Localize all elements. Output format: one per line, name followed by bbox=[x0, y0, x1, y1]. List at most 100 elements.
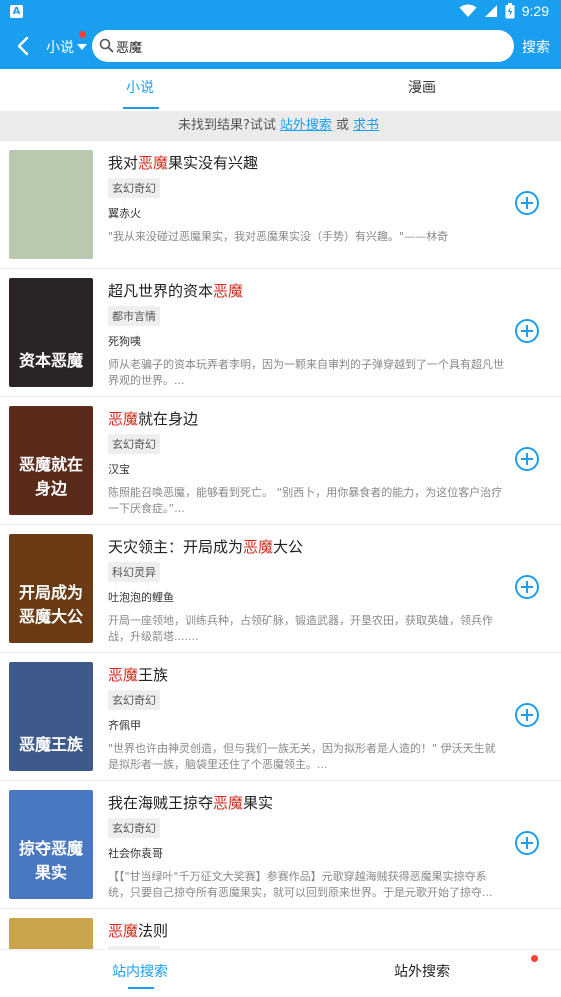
title-part: 就在身边 bbox=[138, 410, 199, 428]
title-keyword: 恶魔 bbox=[108, 666, 139, 684]
tab-indicator bbox=[123, 107, 159, 109]
category-dropdown[interactable]: 小说 bbox=[46, 31, 87, 57]
genre-tag: 玄幻奇幻 bbox=[108, 434, 160, 454]
cover-title: 开局成为恶魔大公 bbox=[18, 583, 83, 626]
add-to-shelf-button[interactable] bbox=[515, 191, 539, 215]
title-keyword: 恶魔 bbox=[213, 794, 244, 812]
bottom-nav: 站内搜索 站外搜索 bbox=[0, 949, 561, 997]
title-part: 超凡世界的资本 bbox=[108, 282, 214, 300]
search-input[interactable] bbox=[116, 30, 496, 62]
title-part: 我在海贼王掠夺 bbox=[108, 794, 214, 812]
title-part: 法则 bbox=[138, 922, 169, 940]
book-description: "我从来没碰过恶魔果实，我对恶魔果实没（手势）有兴趣。"——林奇 bbox=[108, 230, 449, 243]
search-icon bbox=[99, 38, 114, 53]
book-cover[interactable] bbox=[9, 150, 93, 259]
hint-prefix: 未找到结果?试试 bbox=[178, 118, 276, 133]
book-cover[interactable]: 掠夺恶魔果实 bbox=[9, 790, 93, 899]
top-bar: 小说 搜索 bbox=[0, 24, 561, 69]
clock: 9:29 bbox=[521, 3, 549, 19]
book-list-item[interactable]: 恶魔就在身边 恶魔就在身边 玄幻奇幻 汉宝 陈照能召唤恶魔，能够看到死亡。 “别… bbox=[0, 397, 561, 525]
caret-down-icon bbox=[77, 44, 87, 50]
genre-tag: 都市言情 bbox=[108, 306, 160, 326]
search-box bbox=[92, 30, 514, 62]
tab-comic[interactable]: 漫画 bbox=[408, 77, 436, 97]
title-part: 果实没有兴趣 bbox=[168, 154, 259, 172]
category-label: 小说 bbox=[46, 40, 74, 56]
book-title[interactable]: 我对恶魔果实没有兴趣 bbox=[108, 152, 258, 173]
tab-novel[interactable]: 小说 bbox=[126, 77, 154, 97]
book-cover[interactable]: 资本恶魔 bbox=[9, 278, 93, 387]
book-list-item[interactable]: 掠夺恶魔果实 我在海贼王掠夺恶魔果实 玄幻奇幻 社会你袁哥 【【"甘当绿叶"千万… bbox=[0, 781, 561, 909]
app-notification-icon: A bbox=[10, 5, 23, 18]
genre-tag: 科幻灵异 bbox=[108, 562, 160, 582]
notification-dot bbox=[79, 31, 86, 38]
book-cover[interactable] bbox=[9, 918, 93, 949]
title-keyword: 恶魔 bbox=[108, 922, 139, 940]
wifi-icon bbox=[459, 4, 477, 17]
genre-tag: 玄幻奇幻 bbox=[108, 690, 160, 710]
title-part: 大公 bbox=[273, 538, 304, 556]
book-title[interactable]: 天灾领主：开局成为恶魔大公 bbox=[108, 536, 303, 557]
back-arrow-icon[interactable] bbox=[12, 34, 36, 58]
hint-or: 或 bbox=[335, 118, 349, 133]
book-description: 陈照能召唤恶魔，能够看到死亡。 “别西卜，用你暴食者的能力，为这位客户治疗一下厌… bbox=[108, 486, 503, 515]
request-book-link[interactable]: 求书 bbox=[353, 118, 379, 133]
book-title[interactable]: 我在海贼王掠夺恶魔果实 bbox=[108, 792, 273, 813]
book-list-item[interactable]: 恶魔法则 玄幻奇幻 bbox=[0, 909, 561, 949]
nav-site-search[interactable]: 站内搜索 bbox=[112, 961, 168, 981]
book-title[interactable]: 恶魔法则 bbox=[108, 920, 168, 941]
book-description: 师从老骗子的资本玩弄者李明，因为一颗来自审判的子弹穿越到了一个具有超凡世界观的世… bbox=[108, 358, 504, 387]
book-description: 开局一座领地，训练兵种，占领矿脉，锻造武器，开垦农田，获取英雄，领兵作战，升级箭… bbox=[108, 614, 493, 643]
notification-dot bbox=[531, 955, 538, 962]
book-author: 翼赤火 bbox=[108, 207, 141, 220]
book-title[interactable]: 超凡世界的资本恶魔 bbox=[108, 280, 243, 301]
title-keyword: 恶魔 bbox=[213, 282, 244, 300]
status-icons: 9:29 bbox=[459, 3, 549, 19]
status-bar: A 9:29 bbox=[0, 0, 561, 24]
search-button[interactable]: 搜索 bbox=[522, 37, 550, 57]
add-to-shelf-button[interactable] bbox=[515, 703, 539, 727]
book-description: 【【"甘当绿叶"千万征文大奖赛】参赛作品】元歌穿越海贼获得恶魔果实掠夺系统，只要… bbox=[108, 870, 493, 899]
no-result-hint: 未找到结果?试试 站外搜索或求书 bbox=[0, 111, 561, 141]
book-list-item[interactable]: 开局成为恶魔大公 天灾领主：开局成为恶魔大公 科幻灵异 吐泡泡的鲤鱼 开局一座领… bbox=[0, 525, 561, 653]
cover-title: 恶魔就在身边 bbox=[18, 455, 83, 498]
title-part: 天灾领主：开局成为 bbox=[108, 538, 244, 556]
signal-icon bbox=[484, 5, 497, 17]
nav-indicator bbox=[128, 987, 154, 989]
external-search-link[interactable]: 站外搜索 bbox=[280, 118, 332, 133]
book-author: 齐佩甲 bbox=[108, 719, 141, 732]
book-author: 汉宝 bbox=[108, 463, 130, 476]
type-tabs: 小说 漫画 bbox=[0, 69, 561, 111]
genre-tag: 玄幻奇幻 bbox=[108, 818, 160, 838]
book-title[interactable]: 恶魔王族 bbox=[108, 664, 168, 685]
add-to-shelf-button[interactable] bbox=[515, 447, 539, 471]
book-description: "世界也许由神灵创造，但与我们一族无关，因为拟形者是人造的！" 伊沃天生就是拟形… bbox=[108, 742, 496, 771]
add-to-shelf-button[interactable] bbox=[515, 575, 539, 599]
book-cover[interactable]: 恶魔王族 bbox=[9, 662, 93, 771]
book-cover[interactable]: 开局成为恶魔大公 bbox=[9, 534, 93, 643]
book-list-item[interactable]: 恶魔王族 恶魔王族 玄幻奇幻 齐佩甲 "世界也许由神灵创造，但与我们一族无关，因… bbox=[0, 653, 561, 781]
title-keyword: 恶魔 bbox=[108, 410, 139, 428]
nav-external-search[interactable]: 站外搜索 bbox=[394, 961, 450, 981]
title-part: 我对 bbox=[108, 154, 139, 172]
book-author: 死狗咦 bbox=[108, 335, 141, 348]
title-part: 王族 bbox=[138, 666, 169, 684]
battery-icon bbox=[505, 3, 515, 19]
add-to-shelf-button[interactable] bbox=[515, 831, 539, 855]
book-author: 社会你袁哥 bbox=[108, 847, 163, 860]
book-title[interactable]: 恶魔就在身边 bbox=[108, 408, 198, 429]
book-list-item[interactable]: 资本恶魔 超凡世界的资本恶魔 都市言情 死狗咦 师从老骗子的资本玩弄者李明，因为… bbox=[0, 269, 561, 397]
cover-title: 恶魔王族 bbox=[18, 735, 83, 754]
book-author: 吐泡泡的鲤鱼 bbox=[108, 591, 174, 604]
genre-tag: 玄幻奇幻 bbox=[108, 178, 160, 198]
add-to-shelf-button[interactable] bbox=[515, 319, 539, 343]
book-cover[interactable]: 恶魔就在身边 bbox=[9, 406, 93, 515]
app-root: A 9:29 小说 恶魔 搜索 小说 漫画 未找到结果?试试 站外搜索 或 求书… bbox=[0, 0, 561, 997]
cover-title: 资本恶魔 bbox=[18, 351, 83, 370]
cover-title: 掠夺恶魔果实 bbox=[18, 839, 83, 882]
title-keyword: 恶魔 bbox=[243, 538, 274, 556]
book-list-item[interactable]: 我对恶魔果实没有兴趣 玄幻奇幻 翼赤火 "我从来没碰过恶魔果实，我对恶魔果实没（… bbox=[0, 141, 561, 269]
book-list: 我对恶魔果实没有兴趣 玄幻奇幻 翼赤火 "我从来没碰过恶魔果实，我对恶魔果实没（… bbox=[0, 141, 561, 949]
title-part: 果实 bbox=[243, 794, 274, 812]
title-keyword: 恶魔 bbox=[138, 154, 169, 172]
